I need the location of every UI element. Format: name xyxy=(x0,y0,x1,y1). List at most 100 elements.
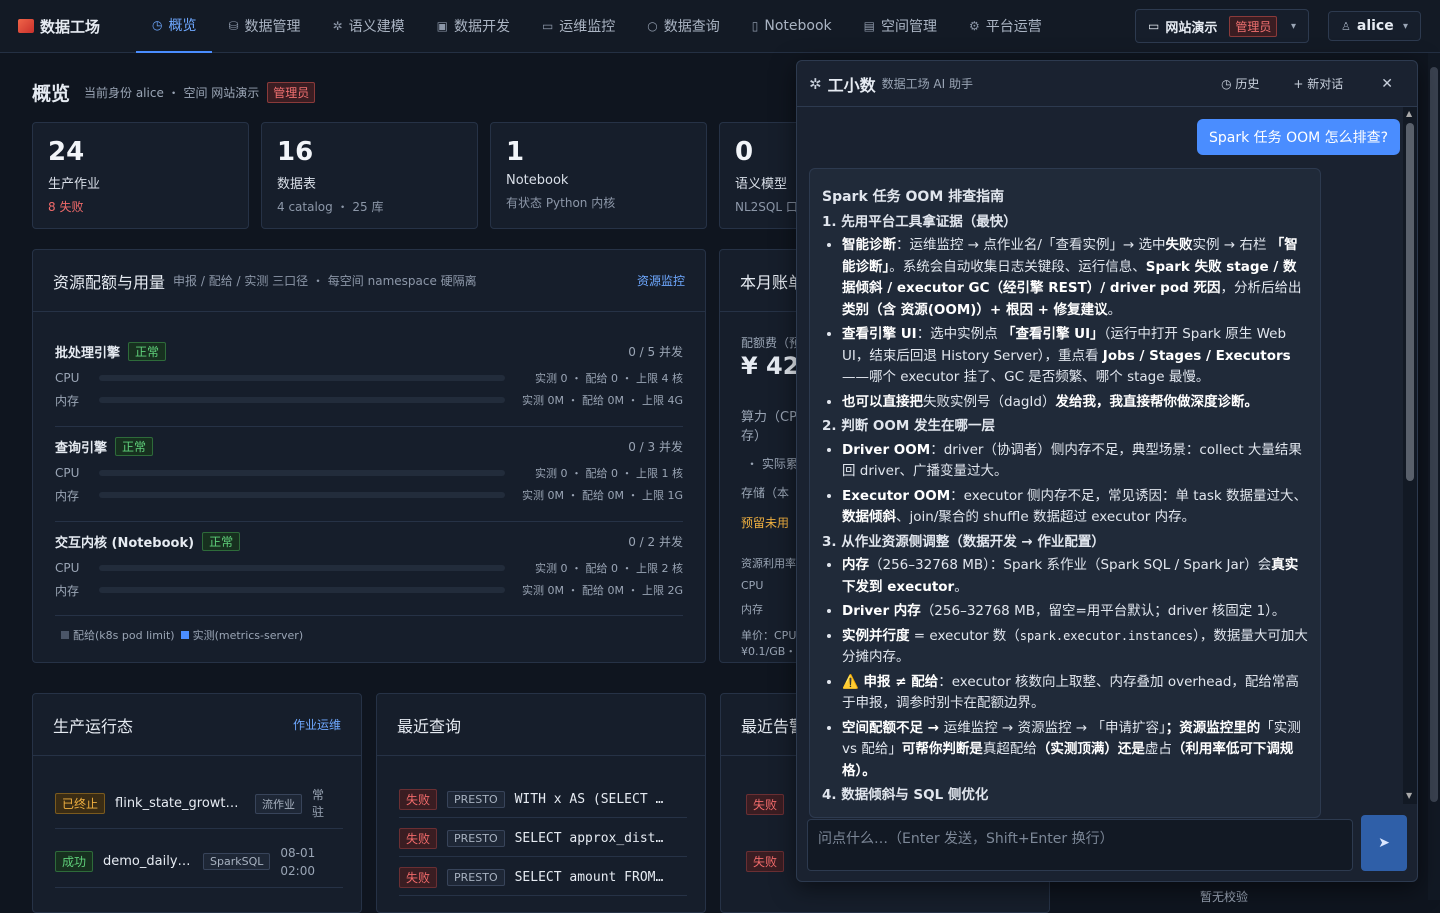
sql-text[interactable]: WITH x AS (SELECT … xyxy=(515,792,664,807)
nav-tab-4[interactable]: ▭ 运维监控 xyxy=(526,0,631,53)
sql-text[interactable]: SELECT approx_dist… xyxy=(515,831,664,846)
scroll-up-arrow[interactable]: ▲ xyxy=(1406,109,1412,118)
table-row[interactable]: 已终止 flink_state_growt… 流作业 常驻 xyxy=(55,779,343,829)
stat-number: 1 xyxy=(506,137,525,167)
answer-text: 。 xyxy=(954,578,968,595)
nav-tab-7[interactable]: ▤ 空间管理 xyxy=(848,0,953,53)
nav-tab-5[interactable]: ○ 数据查询 xyxy=(631,0,735,53)
table-row[interactable]: 成功 demo_daily… SparkSQL 08-01 02:00 xyxy=(55,836,343,888)
nav-icon: ⚙ xyxy=(969,19,980,33)
answer-text: 虚占 xyxy=(1144,741,1172,757)
table-row[interactable]: 失败 xyxy=(746,851,785,872)
nav-tab-6[interactable]: ▯ Notebook xyxy=(736,0,848,53)
answer-text: 实例并行度 xyxy=(842,627,910,644)
answer-text: 也可以直接把 xyxy=(842,393,923,410)
chat-scrollbar-thumb[interactable] xyxy=(1406,123,1414,481)
mem-value: 实测 0M ・ 配给 0M ・ 上限 2G xyxy=(522,584,683,597)
new-chat-label: 新对话 xyxy=(1307,77,1344,91)
answer-text: 「查看引擎 UI」 xyxy=(1001,326,1104,342)
compute-label-2: 存） xyxy=(741,429,768,444)
table-row[interactable]: 失败 PRESTO WITH x AS (SELECT … xyxy=(399,782,687,818)
nav-tab-0[interactable]: ◷ 概览 xyxy=(136,0,213,53)
answer-text: 查看引擎 UI xyxy=(842,326,917,342)
stat-card-notebook[interactable]: 1 Notebook 有状态 Python 内核 xyxy=(490,122,707,229)
engine-query: 查询引擎 正常 0 / 3 并发 CPU 实测 0 ・ 配给 0 ・ 上限 1 核 内… xyxy=(55,435,683,506)
stat-sub: 8 失败 xyxy=(48,200,84,214)
table-row[interactable]: 失败 xyxy=(746,794,785,815)
answer-text: ：选中实例点 xyxy=(916,326,1002,342)
answer-list: 智能诊断：运维监控 → 点作业名/「查看实例」→ 选中失败实例 → 右栏 「智能… xyxy=(842,235,1308,413)
answer-section-3: 3. 从作业资源侧调整（数据开发 → 作业配置） xyxy=(822,533,1105,550)
user-icon: ♙ xyxy=(1341,19,1351,33)
assistant-subtitle: 数据工场 AI 助手 xyxy=(881,77,973,91)
answer-text: ，分析后给出 xyxy=(1220,280,1302,296)
quota-card: 资源配额与用量 申报 / 配给 / 实测 三口径 ・ 每空间 namespace… xyxy=(32,249,706,663)
util-mem-label: 内存 xyxy=(741,603,763,616)
job-name[interactable]: flink_state_growt… xyxy=(115,796,245,811)
answer-text: ：executor 侧内存不足，常见诱因：单 task 数据量过大、 xyxy=(950,487,1307,504)
page-scrollbar-thumb[interactable] xyxy=(1430,67,1438,802)
nav-icon: ▤ xyxy=(863,19,875,33)
chat-scrollbar[interactable]: ▲ ▼ xyxy=(1403,107,1417,804)
identity-text: 当前身份 alice ・ 空间 网站演示 xyxy=(84,86,260,100)
answer-text: ——哪个 executor 挂了、GC 是否频繁、哪个 stage 最慢。 xyxy=(842,369,1210,385)
close-icon[interactable]: ✕ xyxy=(1381,76,1393,92)
nav-icon: ○ xyxy=(647,19,658,33)
page-header: 概览 当前身份 alice ・ 空间 网站演示 管理员 xyxy=(32,79,316,106)
send-button[interactable]: ➤ xyxy=(1361,815,1407,871)
quota-header: 资源配额与用量 申报 / 配给 / 实测 三口径 ・ 每空间 namespace… xyxy=(33,250,705,312)
engine-badge: PRESTO xyxy=(447,791,505,808)
table-row[interactable]: 失败 PRESTO SELECT approx_dist… xyxy=(399,821,687,857)
new-chat-button[interactable]: + 新对话 xyxy=(1293,75,1343,92)
nav-tab-8[interactable]: ⚙ 平台运营 xyxy=(953,0,1058,53)
chevron-down-icon: ▾ xyxy=(1290,20,1296,32)
stat-label: Notebook xyxy=(506,173,569,188)
chat-input[interactable]: 问点什么…（Enter 发送，Shift+Enter 换行） xyxy=(807,819,1353,871)
answer-text: ；资源监控里的 xyxy=(1165,719,1261,736)
job-type-badge: 流作业 xyxy=(255,793,303,814)
user-menu[interactable]: ♙ alice ▾ xyxy=(1328,11,1421,41)
page-scrollbar[interactable] xyxy=(1428,53,1440,900)
answer-text: 可帮你判断是 xyxy=(901,741,983,757)
status-badge: 失败 xyxy=(746,851,785,872)
table-row[interactable]: 失败 PRESTO SELECT amount FROM… xyxy=(399,860,687,896)
scroll-down-arrow[interactable]: ▼ xyxy=(1406,791,1412,800)
queries-card: 最近查询 失败 PRESTO WITH x AS (SELECT … 失败 PR… xyxy=(376,693,706,913)
stat-label: 数据表 xyxy=(277,177,317,192)
cpu-bar xyxy=(99,375,505,381)
nav-label: 数据开发 xyxy=(453,19,510,35)
app-logo[interactable]: 数据工场 xyxy=(18,16,118,37)
job-name[interactable]: demo_daily… xyxy=(103,854,195,869)
answer-text: （256–32768 MB，留空=用平台默认；driver 核固定 1）。 xyxy=(920,603,1286,619)
status-badge: 失败 xyxy=(399,867,438,888)
history-button[interactable]: ◷ 历史 xyxy=(1221,75,1259,92)
clock-icon: ◷ xyxy=(1221,77,1236,91)
status-badge: 正常 xyxy=(128,341,167,361)
stat-sub: 4 catalog ・ 25 库 xyxy=(277,200,384,214)
sql-text[interactable]: SELECT amount FROM… xyxy=(515,870,664,885)
nav-icon: ✲ xyxy=(332,19,343,33)
answer-text: 实例 → 右栏 xyxy=(1192,237,1271,253)
status-badge: 正常 xyxy=(115,436,154,456)
space-selector[interactable]: ▭ 网站演示 管理员 ▾ xyxy=(1135,9,1309,43)
nav-tab-2[interactable]: ✲ 语义建模 xyxy=(317,0,421,53)
engine-name: 交互内核 (Notebook) xyxy=(55,535,195,551)
answer-list-item: 查看引擎 UI：选中实例点 「查看引擎 UI」（运行中打开 Spark 原生 W… xyxy=(842,324,1308,389)
nav-tab-1[interactable]: ⛁ 数据管理 xyxy=(212,0,316,53)
stat-card-tables[interactable]: 16 数据表 4 catalog ・ 25 库 xyxy=(261,122,478,229)
plus-icon: + xyxy=(1293,77,1308,91)
mem-bar xyxy=(99,587,505,593)
resource-monitor-link[interactable]: 资源监控 xyxy=(637,272,685,289)
compute-label: 算力（CP xyxy=(741,410,797,425)
stat-number: 24 xyxy=(48,137,85,167)
job-ops-link[interactable]: 作业运维 xyxy=(293,716,341,733)
stat-label: 生产作业 xyxy=(48,177,101,192)
answer-text: = executor 数（ xyxy=(909,627,1020,644)
answer-text: 运维监控 → 资源监控 → 「申请扩容」 xyxy=(943,719,1166,736)
stat-card-jobs[interactable]: 24 生产作业 8 失败 xyxy=(32,122,249,229)
answer-list-item: 智能诊断：运维监控 → 点作业名/「查看实例」→ 选中失败实例 → 右栏 「智能… xyxy=(842,235,1308,321)
nav-tab-3[interactable]: ▣ 数据开发 xyxy=(421,0,526,53)
price-line-2: ¥0.1/GB・ xyxy=(741,645,797,658)
answer-text: 。系统会自动收集日志关键段、运行信息、 xyxy=(889,258,1146,275)
mem-bar xyxy=(99,397,505,403)
